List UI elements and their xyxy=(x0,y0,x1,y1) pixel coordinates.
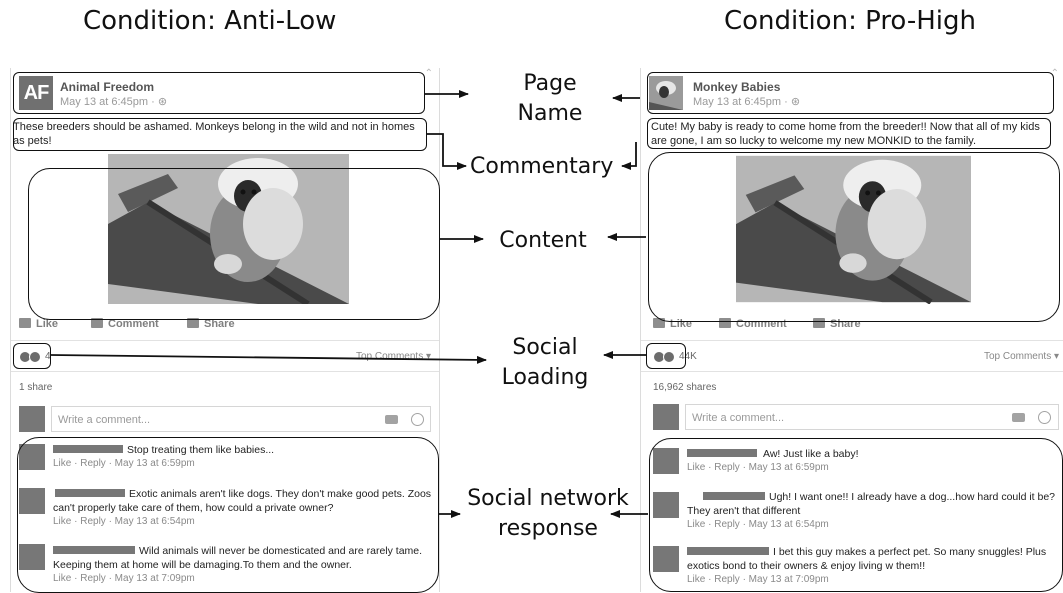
annotation-arrows xyxy=(50,90,648,518)
